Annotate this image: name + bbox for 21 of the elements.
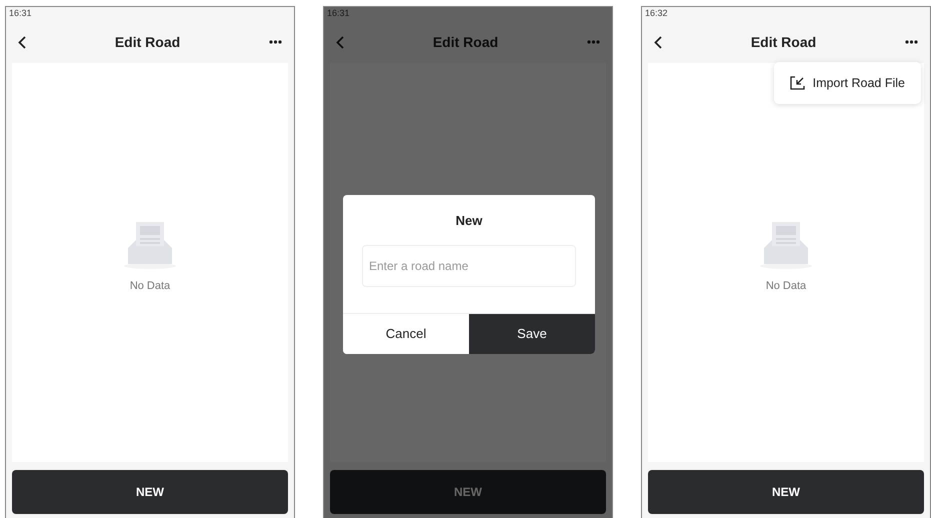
status-time: 16:31 [327,7,350,20]
empty-inbox-icon [122,220,178,270]
screen-title: Edit Road [432,32,498,52]
save-button[interactable]: Save [469,314,595,354]
back-icon[interactable] [18,36,26,48]
road-name-input[interactable]: Enter a road name [362,244,576,286]
empty-inbox-icon [758,220,814,270]
empty-state-text: No Data [766,279,806,294]
screen-title: Edit Road [750,32,816,52]
more-icon[interactable] [269,40,282,44]
new-button[interactable]: NEW [648,470,924,514]
empty-state-text: No Data [130,279,170,294]
dialog-title: New [454,212,484,230]
import-icon [790,76,805,90]
screen-title: Edit Road [114,32,180,52]
status-time: 16:31 [9,7,32,20]
import-menu-item[interactable]: Import Road File [774,64,921,102]
status-time: 16:32 [645,7,668,20]
more-icon[interactable] [905,40,918,44]
new-button[interactable]: NEW [12,470,288,514]
back-icon[interactable] [654,36,662,48]
